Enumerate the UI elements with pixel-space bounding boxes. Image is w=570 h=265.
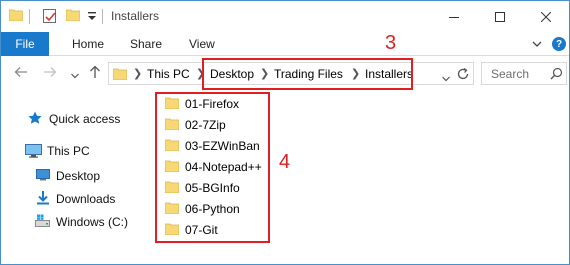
file-name: 01-Firefox <box>185 97 240 111</box>
navigation-pane: Quick access This PC Desktop Downloads W… <box>1 89 151 265</box>
file-name: 07-Git <box>185 223 218 237</box>
refresh-icon[interactable] <box>456 67 470 84</box>
close-icon <box>541 11 551 22</box>
file-name: 02-7Zip <box>185 118 226 132</box>
nav-desktop[interactable]: Desktop <box>56 169 100 183</box>
explorer-window: Installers File Home Share View ? ❯ This… <box>0 0 570 265</box>
customize-quick-access-icon[interactable] <box>87 10 97 22</box>
desktop-icon <box>36 169 50 184</box>
annotation-label-4: 4 <box>279 151 291 173</box>
star-icon <box>28 111 42 128</box>
address-history-icon[interactable] <box>442 71 450 85</box>
download-icon <box>37 191 49 208</box>
file-name: 05-BGInfo <box>185 181 240 195</box>
recent-locations-button[interactable] <box>71 68 79 82</box>
chevron-down-icon <box>71 73 79 79</box>
expand-ribbon-icon[interactable] <box>532 38 542 52</box>
window-title: Installers <box>111 9 160 23</box>
new-folder-icon[interactable] <box>65 9 81 22</box>
breadcrumb-separator[interactable]: ❯ <box>133 67 142 80</box>
forward-button[interactable] <box>43 65 57 82</box>
tab-view[interactable]: View <box>189 37 215 51</box>
folder-icon <box>8 9 24 22</box>
search-icon[interactable] <box>550 67 563 83</box>
folder-icon <box>164 160 180 175</box>
file-name: 03-EZWinBan <box>185 139 260 153</box>
folder-icon <box>164 223 180 238</box>
search-input[interactable]: Search <box>481 62 567 85</box>
up-button[interactable] <box>88 65 102 82</box>
tab-home[interactable]: Home <box>72 37 104 51</box>
file-name: 06-Python <box>185 202 240 216</box>
folder-icon <box>112 68 128 83</box>
tab-file[interactable]: File <box>1 32 49 56</box>
nav-downloads[interactable]: Downloads <box>56 192 115 206</box>
maximize-icon <box>495 11 505 22</box>
up-arrow-icon <box>90 65 100 78</box>
minimize-icon <box>449 16 459 18</box>
annotation-box-address <box>202 58 413 90</box>
back-button[interactable] <box>14 65 28 82</box>
windows-drive-icon <box>35 214 50 231</box>
properties-icon[interactable] <box>43 9 56 23</box>
folder-icon <box>164 181 180 196</box>
ribbon-tabs: File Home Share View ? <box>1 32 569 56</box>
maximize-button[interactable] <box>477 1 523 32</box>
folder-icon <box>164 202 180 217</box>
nav-this-pc[interactable]: This PC <box>47 144 90 158</box>
folder-icon <box>164 118 180 133</box>
help-icon[interactable]: ? <box>552 37 566 51</box>
folder-icon <box>164 97 180 112</box>
nav-windows-c[interactable]: Windows (C:) <box>56 215 128 229</box>
file-name: 04-Notepad++ <box>185 160 262 174</box>
back-arrow-icon <box>14 67 27 77</box>
title-bar: Installers <box>1 1 569 32</box>
annotation-label-3: 3 <box>385 32 397 54</box>
folder-icon <box>164 139 180 154</box>
tab-share[interactable]: Share <box>130 37 162 51</box>
breadcrumb-this-pc[interactable]: This PC <box>147 67 190 81</box>
close-button[interactable] <box>523 1 569 32</box>
forward-arrow-icon <box>44 67 57 77</box>
search-placeholder: Search <box>491 67 530 81</box>
computer-icon <box>25 144 42 161</box>
minimize-button[interactable] <box>431 1 477 32</box>
nav-quick-access[interactable]: Quick access <box>49 112 120 126</box>
